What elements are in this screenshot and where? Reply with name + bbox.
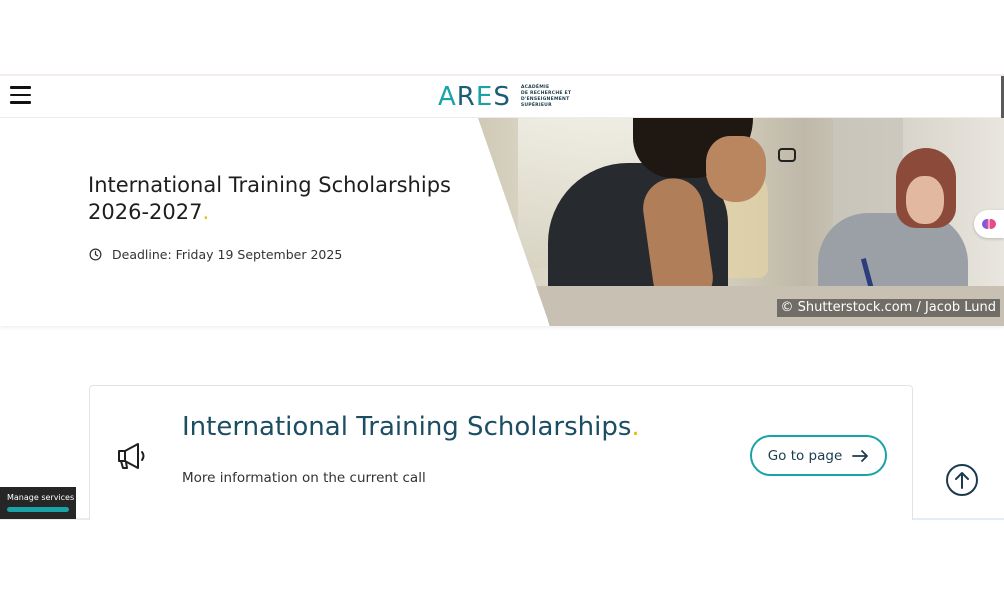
- brain-icon[interactable]: [974, 210, 1004, 238]
- clock-icon: [89, 248, 102, 261]
- deadline: Deadline: Friday 19 September 2025: [89, 247, 342, 262]
- logo-wordmark: ARES: [438, 82, 511, 112]
- site-header: ARES Académie de recherche et d'enseigne…: [0, 76, 1004, 118]
- arrow-right-icon: [852, 449, 869, 462]
- page: ARES Académie de recherche et d'enseigne…: [0, 0, 1004, 591]
- photo-credit: © Shutterstock.com / Jacob Lund: [776, 299, 1000, 317]
- go-to-page-label: Go to page: [767, 447, 843, 464]
- hamburger-menu-icon[interactable]: [10, 86, 32, 106]
- call-card: International Training Scholarships. Mor…: [89, 385, 913, 525]
- card-description: More information on the current call: [182, 470, 426, 486]
- hero-title: International Training Scholarships 2026…: [88, 173, 451, 224]
- page-bottom: [0, 520, 1004, 591]
- hero-photo: © Shutterstock.com / Jacob Lund: [478, 118, 1004, 326]
- manage-services-button[interactable]: Manage services: [0, 487, 76, 519]
- arrow-up-circle-icon[interactable]: [946, 464, 978, 496]
- logo-subtitle: Académie de recherche et d'enseignement …: [520, 85, 572, 108]
- ares-logo[interactable]: ARES Académie de recherche et d'enseigne…: [438, 81, 581, 113]
- manage-services-label: Manage services: [7, 493, 75, 502]
- manage-services-bar: [7, 507, 69, 512]
- go-to-page-button[interactable]: Go to page: [750, 435, 887, 476]
- hero-banner: International Training Scholarships 2026…: [0, 118, 1004, 326]
- megaphone-icon: [118, 443, 145, 469]
- card-title: International Training Scholarships.: [182, 412, 640, 442]
- deadline-text: Deadline: Friday 19 September 2025: [112, 247, 343, 262]
